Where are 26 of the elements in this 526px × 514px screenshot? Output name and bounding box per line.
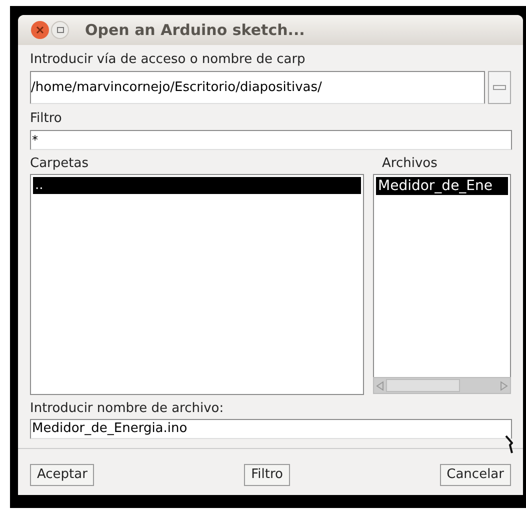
folders-label: Carpetas [30,155,90,173]
horizontal-scrollbar[interactable] [373,377,511,394]
files-label: Archivos [381,155,438,173]
filter-field[interactable]: * [30,130,512,150]
maximize-icon [56,27,64,33]
list-item[interactable]: Medidor_de_Ene [375,176,509,196]
close-button[interactable] [31,21,49,39]
list-item[interactable]: .. [33,177,361,194]
folders-list[interactable]: .. [30,174,364,395]
bar-icon [493,85,506,90]
path-field[interactable]: /home/marvincornejo/Escritorio/diapositivas/ [30,71,486,104]
window-title: Open an Arduino sketch... [85,20,305,41]
files-list[interactable]: Medidor_de_Ene [373,174,511,377]
path-combo-button[interactable] [488,71,511,104]
path-label: Introducir vía de acceso o nombre de carp [30,51,306,69]
right-arrow-icon [498,379,510,392]
dialog-button[interactable]: Filtro [244,464,290,486]
dialog-button[interactable]: Aceptar [30,464,94,486]
filename-label: Introducir nombre de archivo: [30,400,225,418]
maximize-button[interactable] [51,21,69,39]
filter-label: Filtro [30,110,63,128]
left-arrow-icon [374,379,386,392]
dialog-button[interactable]: Cancelar [440,464,511,486]
filename-field[interactable]: Medidor_de_Energia.ino [30,419,512,439]
close-icon [36,26,44,34]
scrollbar-thumb[interactable] [386,379,460,392]
